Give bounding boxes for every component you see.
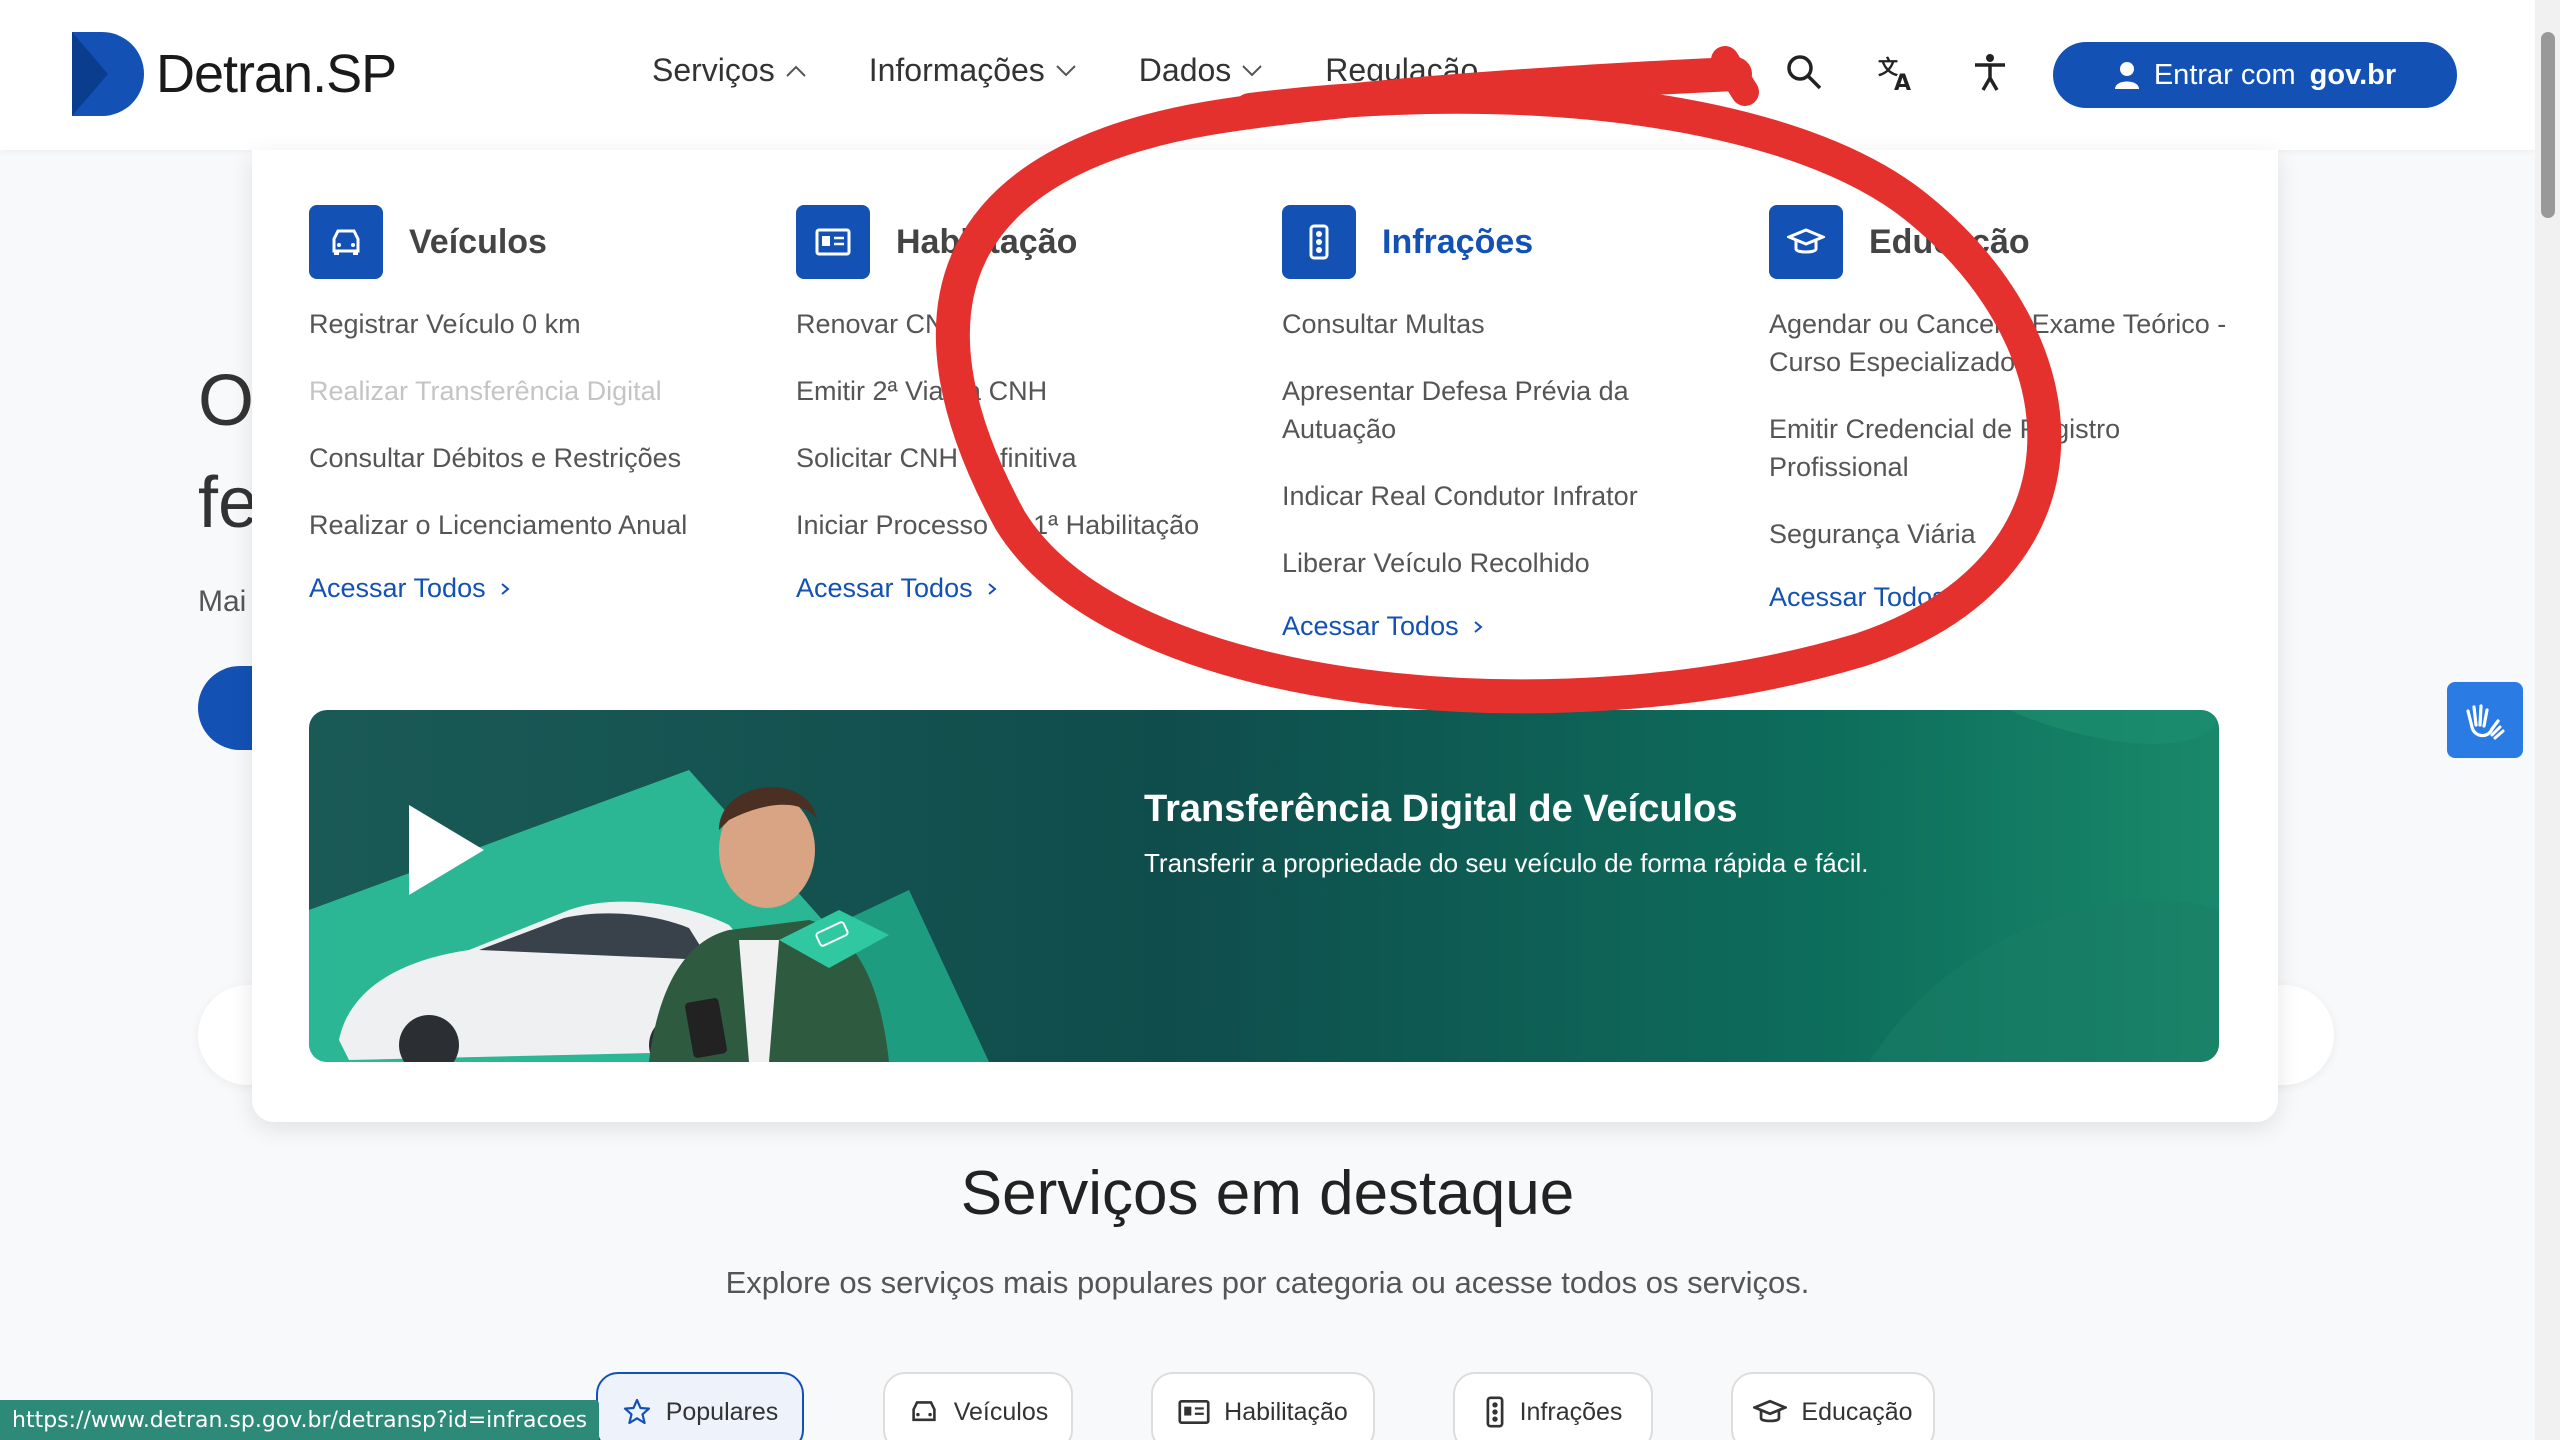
menu-column-title: Infrações (1382, 222, 1534, 261)
graduation-cap-icon (1769, 205, 1843, 279)
access-all-link[interactable]: Acessar Todos (796, 573, 1256, 604)
browser-status-url: https://www.detran.sp.gov.br/detransp?id… (0, 1400, 600, 1440)
traffic-light-icon (1282, 205, 1356, 279)
nav-dados[interactable]: Dados (1139, 52, 1264, 89)
tab-populares[interactable]: Populares (596, 1372, 804, 1440)
login-prefix: Entrar com (2153, 58, 2296, 91)
menu-link[interactable]: Realizar o Licenciamento Anual (309, 506, 769, 544)
menu-column-habilitacao: Habilitação Renovar CNH Emitir 2ª Via da… (796, 205, 1256, 604)
menu-link[interactable]: Apresentar Defesa Prévia da Autuação (1282, 372, 1742, 448)
menu-column-header[interactable]: Habilitação (796, 205, 1256, 279)
menu-link[interactable]: Indicar Real Condutor Infrator (1282, 477, 1742, 515)
tab-label: Infrações (1519, 1397, 1623, 1426)
menu-link[interactable]: Emitir Credencial de Registro Profission… (1769, 410, 2229, 486)
nav-label: Dados (1138, 52, 1232, 88)
access-all-label: Acessar Todos (1282, 611, 1459, 641)
nav-informacoes[interactable]: Informações (869, 52, 1077, 89)
menu-link[interactable]: Iniciar Processo de 1ª Habilitação (796, 506, 1256, 544)
banner-artwork (309, 710, 2219, 1062)
tab-habilitacao[interactable]: Habilitação (1151, 1372, 1375, 1440)
nav-label: Regulação (1325, 52, 1479, 88)
menu-link[interactable]: Segurança Viária (1769, 515, 2229, 553)
menu-column-title: Educação (1869, 222, 2030, 261)
site-header: Detran.SP Serviços Informações Dados Reg… (0, 0, 2535, 150)
nav-regulacao[interactable]: Regulação (1325, 52, 1478, 89)
chevron-right-icon (1473, 620, 1483, 633)
chevron-down-icon (1056, 64, 1076, 76)
traffic-light-icon (1486, 1396, 1504, 1428)
menu-link[interactable]: Emitir 2ª Via da CNH (796, 372, 1256, 410)
access-all-label: Acessar Todos (1769, 582, 1946, 612)
tab-label: Educação (1801, 1397, 1913, 1426)
menu-link[interactable]: Solicitar CNH Definitiva (796, 439, 1256, 477)
menu-column-educacao: Educação Agendar ou Cancelar Exame Teóri… (1769, 205, 2229, 613)
menu-column-header[interactable]: Veículos (309, 205, 769, 279)
search-icon[interactable] (1784, 52, 1824, 92)
chevron-right-icon (500, 582, 510, 595)
menu-link[interactable]: Consultar Débitos e Restrições (309, 439, 769, 477)
tab-infracoes[interactable]: Infrações (1453, 1372, 1653, 1440)
hero-title-fragment: O (198, 361, 255, 441)
hero-title-fragment: fe (198, 463, 259, 543)
access-all-link[interactable]: Acessar Todos (1769, 582, 2229, 613)
user-icon (2114, 62, 2139, 89)
tab-label: Habilitação (1224, 1397, 1348, 1426)
access-all-label: Acessar Todos (796, 573, 973, 603)
featured-section-subtitle: Explore os serviços mais populares por c… (725, 1265, 1810, 1300)
tab-educacao[interactable]: Educação (1731, 1372, 1935, 1440)
graduation-cap-icon (1753, 1399, 1788, 1423)
license-card-icon (1178, 1400, 1210, 1424)
nav-label: Informações (868, 52, 1045, 88)
menu-link[interactable]: Liberar Veículo Recolhido (1282, 544, 1742, 582)
sign-language-hands-icon (2466, 704, 2505, 740)
menu-link[interactable]: Realizar Transferência Digital (309, 372, 769, 410)
menu-link[interactable]: Registrar Veículo 0 km (309, 305, 769, 343)
access-all-link[interactable]: Acessar Todos (309, 573, 769, 604)
menu-column-infracoes: Infrações Consultar Multas Apresentar De… (1282, 205, 1742, 642)
services-mega-menu: Veículos Registrar Veículo 0 km Realizar… (252, 150, 2278, 1122)
menu-column-header[interactable]: Infrações (1282, 205, 1742, 279)
tab-label: Veículos (953, 1397, 1049, 1426)
access-all-link[interactable]: Acessar Todos (1282, 611, 1742, 642)
car-icon (309, 205, 383, 279)
menu-column-title: Habilitação (896, 222, 1078, 261)
accessibility-icon[interactable] (1970, 52, 2010, 92)
promo-banner[interactable]: Transferência Digital de Veículos Transf… (309, 710, 2219, 1062)
scrollbar-thumb[interactable] (2541, 32, 2555, 218)
menu-link[interactable]: Agendar ou Cancelar Exame Teórico - Curs… (1769, 305, 2229, 381)
featured-section-title: Serviços em destaque (960, 1159, 1575, 1228)
menu-link[interactable]: Renovar CNH (796, 305, 1256, 343)
nav-servicos[interactable]: Serviços (652, 52, 807, 89)
banner-subtitle: Transferir a propriedade do seu veículo … (1144, 848, 1869, 878)
chevron-down-icon (1242, 64, 1262, 76)
translate-icon[interactable]: 文 A (1876, 52, 1916, 92)
access-all-label: Acessar Todos (309, 573, 486, 603)
nav-label: Serviços (652, 52, 775, 88)
chevron-right-icon (987, 582, 997, 595)
detran-logo[interactable]: Detran.SP (72, 32, 397, 116)
menu-column-veiculos: Veículos Registrar Veículo 0 km Realizar… (309, 205, 769, 604)
svg-text:A: A (1894, 71, 1911, 92)
main-nav: Serviços Informações Dados Regulação (652, 52, 1540, 89)
login-brand: gov.br (2309, 58, 2397, 91)
chevron-right-icon (1960, 591, 1970, 604)
star-icon (623, 1398, 650, 1425)
menu-column-title: Veículos (409, 222, 547, 261)
license-card-icon (796, 205, 870, 279)
tab-label: Populares (665, 1397, 779, 1426)
chevron-up-icon (785, 65, 806, 77)
car-icon (912, 1401, 936, 1422)
banner-title: Transferência Digital de Veículos (1144, 788, 1738, 830)
login-govbr-button[interactable]: Entrar com gov.br (2053, 42, 2457, 108)
tab-veiculos[interactable]: Veículos (883, 1372, 1073, 1440)
menu-link[interactable]: Consultar Multas (1282, 305, 1742, 343)
hero-subtitle-fragment: Mai (198, 585, 247, 618)
sign-language-widget-button[interactable] (2447, 682, 2523, 758)
detran-logo-mark-icon (72, 32, 144, 116)
brand-name: Detran.SP (156, 44, 397, 104)
menu-column-header[interactable]: Educação (1769, 205, 2229, 279)
